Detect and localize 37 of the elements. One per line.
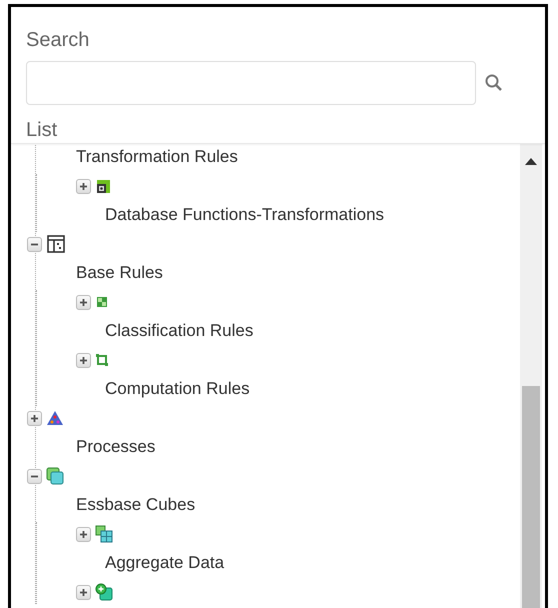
table-icon	[46, 234, 66, 254]
checker-square-icon	[95, 295, 109, 309]
plus-icon[interactable]	[79, 182, 88, 190]
pyramid-icon	[46, 410, 64, 426]
plus-icon[interactable]	[79, 530, 88, 538]
search-field[interactable]	[26, 61, 476, 105]
expand-toggle[interactable]	[76, 178, 91, 194]
cube-add-icon	[95, 583, 113, 601]
collapse-toggle[interactable]	[27, 236, 42, 252]
plus-icon[interactable]	[79, 356, 88, 364]
list-label: List	[26, 118, 58, 143]
expand-toggle[interactable]	[76, 526, 91, 542]
tree-item-label[interactable]: Transformation Rules	[76, 147, 238, 166]
tree-item-label[interactable]: Processes	[76, 437, 156, 456]
plus-icon[interactable]	[30, 414, 39, 422]
scroll-up-icon[interactable]	[525, 158, 537, 164]
stacked-windows-icon	[46, 467, 64, 485]
tree-item-label[interactable]: Computation Rules	[105, 379, 250, 398]
plus-icon[interactable]	[79, 298, 88, 306]
tree-item-label[interactable]: Aggregate Data	[105, 553, 224, 572]
tree-item-label[interactable]: Essbase Cubes	[76, 495, 196, 514]
expand-toggle[interactable]	[76, 294, 91, 310]
tree-item-label[interactable]: Base Rules	[76, 263, 163, 282]
search-icon[interactable]	[484, 73, 504, 93]
tree-item-label[interactable]: Classification Rules	[105, 321, 254, 340]
collapse-toggle[interactable]	[27, 468, 42, 484]
crop-frame-icon	[95, 353, 109, 367]
square-target-icon	[95, 178, 111, 194]
expand-toggle[interactable]	[76, 584, 91, 600]
scrollbar[interactable]	[520, 144, 542, 608]
tree-item-label[interactable]: Database Functions-Transformations	[105, 205, 384, 224]
expand-toggle[interactable]	[27, 410, 42, 426]
grid-cubes-icon	[95, 525, 113, 543]
scrollbar-thumb[interactable]	[522, 386, 540, 608]
search-label: Search	[26, 28, 90, 53]
expand-toggle[interactable]	[76, 352, 91, 368]
plus-icon[interactable]	[79, 588, 88, 596]
